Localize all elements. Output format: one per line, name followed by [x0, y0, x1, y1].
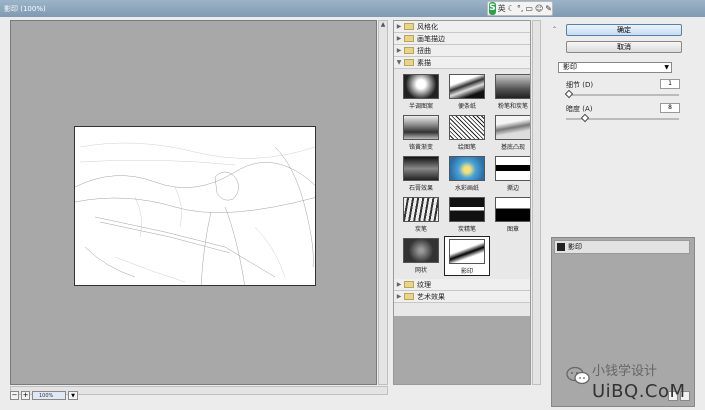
- filter-gallery: ▶ 风格化 ▶ 画笔描边 ▶ 扭曲 ▼ 素描 半调图案 便条纸 粉笔和炭笔 铬黄…: [393, 20, 531, 385]
- wechat-icon: [566, 366, 590, 385]
- folder-icon: [404, 293, 414, 300]
- folder-icon: [404, 23, 414, 30]
- ime-mode[interactable]: 英: [498, 3, 506, 14]
- expand-arrow-icon: ▶: [396, 23, 402, 30]
- category-stylize[interactable]: ▶ 风格化: [394, 21, 530, 33]
- thumb-conte-crayon[interactable]: 炭精笔: [444, 195, 490, 235]
- zoom-in-button[interactable]: +: [21, 390, 30, 400]
- window-title: 影印 (100%): [4, 5, 46, 13]
- expand-arrow-icon: ▶: [396, 293, 402, 300]
- watermark-line2: UiBQ.CoM: [592, 381, 686, 402]
- folder-open-icon: [404, 59, 414, 66]
- zoom-out-button[interactable]: −: [10, 390, 19, 400]
- detail-slider-knob[interactable]: [564, 89, 574, 99]
- watermark: 小钱学设计 UiBQ.CoM: [562, 356, 702, 408]
- scroll-up-icon[interactable]: ▲: [379, 21, 387, 29]
- detail-input[interactable]: 1: [660, 79, 680, 89]
- gallery-scrollbar[interactable]: [532, 20, 541, 385]
- preview-area[interactable]: [10, 20, 377, 385]
- category-brush-strokes[interactable]: ▶ 画笔描边: [394, 33, 530, 45]
- darkness-slider-knob[interactable]: [580, 113, 589, 123]
- thumb-reticulation[interactable]: 网状: [398, 236, 444, 276]
- thumb-chrome[interactable]: 铬黄渐变: [398, 113, 444, 153]
- filter-select-value: 影印: [563, 63, 577, 71]
- folder-icon: [404, 47, 414, 54]
- ime-logo-icon[interactable]: S: [489, 2, 496, 15]
- category-sketch[interactable]: ▼ 素描: [394, 57, 530, 69]
- thumb-halftone[interactable]: 半调图案: [398, 72, 444, 112]
- effect-layer-row[interactable]: 影印: [554, 240, 690, 254]
- thumb-photocopy[interactable]: 影印: [444, 236, 490, 276]
- ime-toolbar[interactable]: S 英 ☾ °, ▭ ☺ ✎: [487, 1, 553, 16]
- thumb-charcoal[interactable]: 炭笔: [398, 195, 444, 235]
- category-texture[interactable]: ▶ 纹理: [394, 279, 530, 291]
- category-distort[interactable]: ▶ 扭曲: [394, 45, 530, 57]
- chevron-down-icon: ▼: [664, 64, 669, 71]
- expand-arrow-icon: ▶: [396, 47, 402, 54]
- thumb-graphic-pen[interactable]: 绘图笔: [444, 113, 490, 153]
- gallery-empty-area: [394, 316, 530, 384]
- category-artistic[interactable]: ▶ 艺术效果: [394, 291, 530, 303]
- ok-button[interactable]: 确定: [566, 24, 682, 36]
- collapse-arrow-icon: ▼: [396, 59, 402, 66]
- zoom-field[interactable]: 100%: [32, 390, 66, 400]
- thumb-torn-edges[interactable]: 撕边: [490, 154, 530, 194]
- thumb-bas-relief[interactable]: 基底凸现: [490, 113, 530, 153]
- filter-gallery-window: ▲ − + 100% ▼ ▶ 风格化 ▶ 画笔描边 ▶ 扭曲 ▼ 素描 半调图案…: [0, 17, 705, 410]
- sketch-thumbnails: 半调图案 便条纸 粉笔和炭笔 铬黄渐变 绘图笔 基底凸现 石膏效果 水彩画纸 撕…: [394, 69, 530, 279]
- preview-vertical-scrollbar[interactable]: ▲: [378, 20, 388, 385]
- keyboard-icon[interactable]: ▭: [525, 4, 533, 13]
- thumb-note-paper[interactable]: 便条纸: [444, 72, 490, 112]
- zoom-controls: − + 100% ▼: [10, 390, 78, 400]
- expand-arrow-icon: ▶: [396, 281, 402, 288]
- user-icon[interactable]: ☺: [535, 4, 543, 13]
- folder-icon: [404, 35, 414, 42]
- thumb-plaster[interactable]: 石膏效果: [398, 154, 444, 194]
- watermark-line1: 小钱学设计: [592, 364, 658, 379]
- expand-arrow-icon: ▶: [396, 35, 402, 42]
- moon-icon[interactable]: ☾: [508, 4, 515, 13]
- detail-label: 细节 (D): [566, 81, 594, 89]
- punctuation-icon[interactable]: °,: [517, 4, 524, 13]
- darkness-input[interactable]: 8: [660, 103, 680, 113]
- filter-select[interactable]: 影印 ▼: [558, 62, 672, 73]
- thumb-water-paper[interactable]: 水彩画纸: [444, 154, 490, 194]
- wrench-icon[interactable]: ✎: [545, 4, 552, 13]
- collapse-gallery-icon[interactable]: ⌃: [552, 26, 557, 33]
- zoom-dropdown-icon[interactable]: ▼: [68, 390, 78, 400]
- thumb-chalk-charcoal[interactable]: 粉笔和炭笔: [490, 72, 530, 112]
- thumb-stamp[interactable]: 图章: [490, 195, 530, 235]
- folder-icon: [404, 281, 414, 288]
- darkness-slider[interactable]: [566, 113, 679, 123]
- darkness-label: 暗度 (A): [566, 105, 593, 113]
- preview-image: [74, 126, 316, 286]
- eye-icon[interactable]: [557, 243, 565, 251]
- title-bar: 影印 (100%) S 英 ☾ °, ▭ ☺ ✎: [0, 0, 705, 17]
- cancel-button[interactable]: 取消: [566, 41, 682, 53]
- detail-slider[interactable]: [564, 89, 679, 99]
